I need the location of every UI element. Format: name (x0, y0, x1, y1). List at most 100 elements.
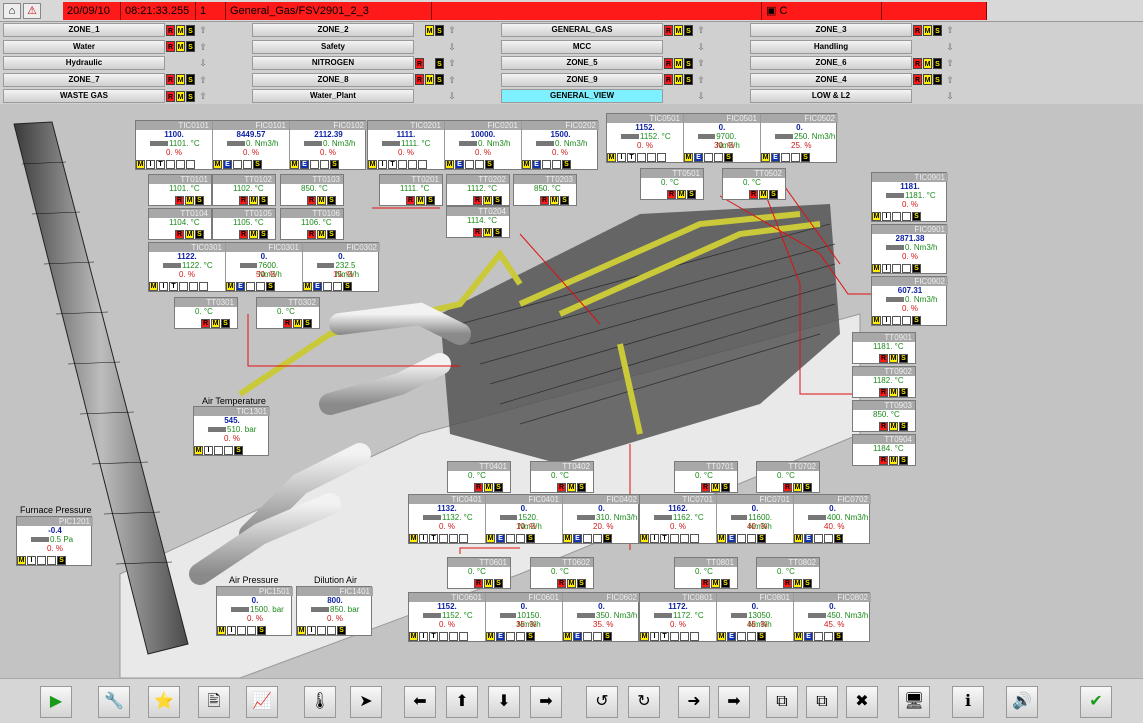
status-r-box[interactable]: R (239, 195, 248, 205)
status-s-box[interactable]: S (337, 625, 346, 635)
zone-button-mcc[interactable]: MCC (501, 39, 663, 54)
status-s-box[interactable]: S (303, 318, 312, 328)
status-blank-box[interactable] (475, 159, 484, 169)
status-m-box[interactable]: M (759, 189, 768, 199)
status-m-box[interactable]: M (194, 445, 203, 455)
status-s-box[interactable]: S (327, 195, 336, 205)
status-m-box[interactable]: M (684, 152, 693, 162)
status-r-box[interactable]: R (473, 195, 482, 205)
status-blank-box[interactable] (902, 315, 911, 325)
temperature-sensor-panel[interactable]: TT0904 1184. °C R M S (852, 434, 916, 466)
temperature-sensor-panel[interactable]: TT0601 0. °C R M S (447, 557, 511, 589)
status-t-box[interactable]: T (429, 533, 438, 543)
status-m-box[interactable]: M (317, 229, 326, 239)
status-s-box[interactable]: S (769, 189, 778, 199)
status-blank-box[interactable] (704, 152, 713, 162)
status-s-box[interactable]: S (724, 152, 733, 162)
status-s-box[interactable]: S (485, 159, 494, 169)
temperature-sensor-panel[interactable]: TT0202 1112. °C R M S (446, 174, 510, 206)
temperature-sensor-panel[interactable]: TT0402 0. °C R M S (530, 461, 594, 493)
temperature-sensor-panel[interactable]: TT0903 850. °C R M S (852, 400, 916, 432)
back-icon[interactable]: ⬅ (404, 686, 436, 718)
status-s-box[interactable]: S (801, 152, 810, 162)
alarm-bell-icon[interactable]: ⚠ (23, 3, 41, 19)
zone-arrow-icon[interactable]: ⇧ (447, 57, 457, 69)
status-r-box[interactable]: R (667, 189, 676, 199)
status-blank-box[interactable] (552, 159, 561, 169)
status-s-box[interactable]: S (57, 555, 66, 565)
zone-arrow-icon[interactable]: ⇩ (447, 90, 457, 102)
zone-button-zone-5[interactable]: ZONE_5 (501, 56, 663, 70)
status-blank-box[interactable] (747, 631, 756, 641)
status-r-box[interactable]: R (701, 578, 710, 588)
status-blank-box[interactable] (506, 533, 515, 543)
status-s-box[interactable]: S (757, 533, 766, 543)
temperature-sensor-panel[interactable]: TT0302 0. °C R M S (256, 297, 320, 329)
monitor-icon[interactable]: 🖥 (898, 686, 930, 718)
status-blank-box[interactable] (37, 555, 46, 565)
temperature-sensor-panel[interactable]: TT0501 0. °C R M S (640, 168, 704, 200)
status-r-box[interactable]: R (879, 387, 888, 397)
status-s-box[interactable]: S (560, 195, 569, 205)
status-blank-box[interactable] (459, 533, 468, 543)
status-s-box[interactable]: S (912, 315, 921, 325)
status-s-box[interactable]: S (343, 281, 352, 291)
status-i-box[interactable]: I (227, 625, 236, 635)
single-controller-panel[interactable]: FIC0901 2871.38 0. Nm3/h 0. % M I S (871, 224, 948, 274)
status-m-box[interactable]: M (761, 152, 770, 162)
status-m-box[interactable]: M (213, 159, 222, 169)
status-s-box[interactable]: S (834, 533, 843, 543)
status-r-box[interactable]: R (749, 189, 758, 199)
status-blank-box[interactable] (47, 555, 56, 565)
status-r-box[interactable]: R (557, 578, 566, 588)
status-r-box[interactable]: R (783, 482, 792, 492)
status-i-box[interactable]: I (617, 152, 626, 162)
status-blank-box[interactable] (680, 533, 689, 543)
status-m-box[interactable]: M (567, 482, 576, 492)
status-m-box[interactable]: M (368, 159, 377, 169)
status-blank-box[interactable] (449, 631, 458, 641)
status-m-box[interactable]: M (185, 195, 194, 205)
status-s-box[interactable]: S (757, 631, 766, 641)
zone-arrow-icon[interactable]: ⇧ (198, 24, 208, 36)
status-s-box[interactable]: S (266, 281, 275, 291)
temperature-sensor-panel[interactable]: TT0901 1181. °C R M S (852, 332, 916, 364)
zone-arrow-icon[interactable]: ⇩ (198, 57, 208, 69)
status-e-box[interactable]: E (455, 159, 464, 169)
status-s-box[interactable]: S (221, 318, 230, 328)
tools-icon[interactable]: 🔧 (98, 686, 130, 718)
status-s-box[interactable]: S (494, 482, 503, 492)
status-blank-box[interactable] (186, 159, 195, 169)
status-blank-box[interactable] (418, 159, 427, 169)
send-icon[interactable]: ➜ (678, 686, 710, 718)
status-s-box[interactable]: S (912, 263, 921, 273)
zone-button-hydraulic[interactable]: Hydraulic (3, 56, 165, 70)
status-blank-box[interactable] (690, 631, 699, 641)
run-icon[interactable]: ▶ (40, 686, 72, 718)
status-blank-box[interactable] (657, 152, 666, 162)
status-blank-box[interactable] (737, 533, 746, 543)
temperature-sensor-panel[interactable]: TT0204 1114. °C R M S (446, 206, 510, 238)
status-t-box[interactable]: T (660, 533, 669, 543)
status-blank-box[interactable] (593, 631, 602, 641)
sound-icon[interactable]: 🔊 (1006, 686, 1038, 718)
status-blank-box[interactable] (781, 152, 790, 162)
status-i-box[interactable]: I (378, 159, 387, 169)
status-m-box[interactable]: M (793, 578, 802, 588)
status-s-box[interactable]: S (834, 631, 843, 641)
status-blank-box[interactable] (583, 533, 592, 543)
status-r-box[interactable]: R (701, 482, 710, 492)
status-t-box[interactable]: T (169, 281, 178, 291)
status-s-box[interactable]: S (234, 445, 243, 455)
status-blank-box[interactable] (323, 281, 332, 291)
status-s-box[interactable]: S (526, 533, 535, 543)
status-blank-box[interactable] (179, 281, 188, 291)
zone-button-waste-gas[interactable]: WASTE GAS (3, 89, 165, 103)
status-r-box[interactable]: R (239, 229, 248, 239)
status-s-box[interactable]: S (257, 625, 266, 635)
status-blank-box[interactable] (256, 281, 265, 291)
status-m-box[interactable]: M (136, 159, 145, 169)
status-blank-box[interactable] (247, 625, 256, 635)
temperature-sensor-panel[interactable]: TT0105 1105. °C R M S (212, 208, 276, 240)
status-m-box[interactable]: M (297, 625, 306, 635)
